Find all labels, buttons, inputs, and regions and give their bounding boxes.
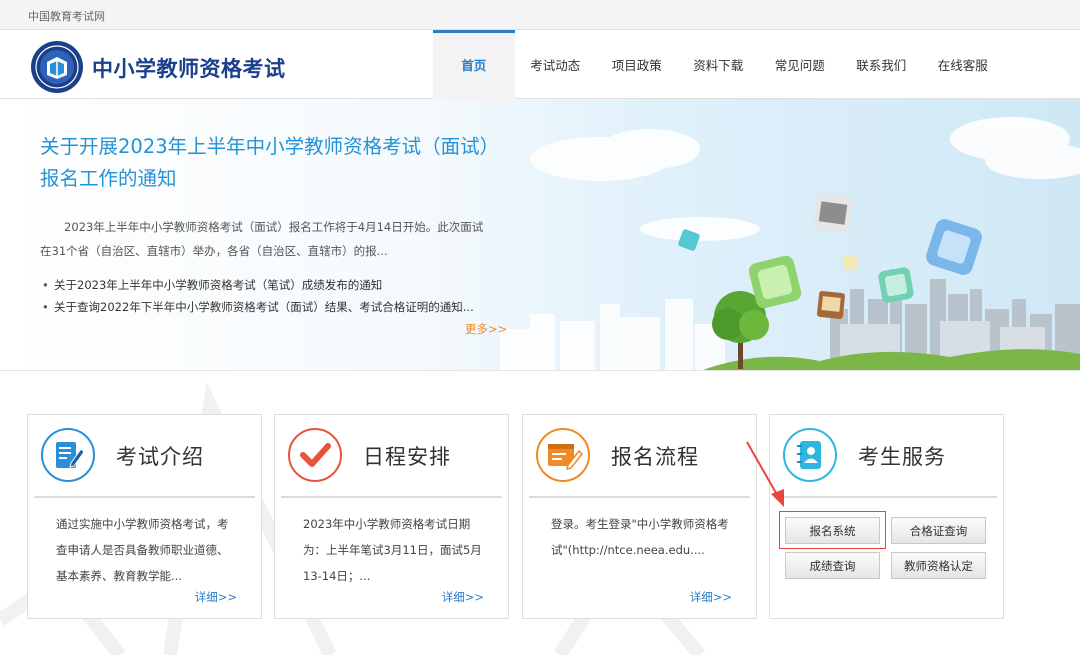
card-details-link[interactable]: 详细>> (442, 589, 484, 605)
card-divider (529, 496, 750, 498)
headline-summary: 2023年上半年中小学教师资格考试（面试）报名工作将于4月14日开始。此次面试在… (40, 220, 484, 258)
card-divider (34, 496, 255, 498)
teacher-certification-button[interactable]: 教师资格认定 (891, 552, 986, 579)
registration-system-button[interactable]: 报名系统 (785, 517, 880, 544)
news-banner: 关于开展2023年上半年中小学教师资格考试（面试）报名工作的通知 2023年上半… (0, 99, 1080, 371)
contact-book-icon (783, 428, 837, 482)
card-registration-process: 报名流程 登录。考生登录"中小学教师资格考试"(http://ntce.neea… (522, 414, 757, 619)
card-title: 考试介绍 (116, 445, 204, 469)
card-exam-intro: 考试介绍 通过实施中小学教师资格考试，考查申请人是否具备教师职业道德、基本素养、… (27, 414, 262, 619)
nav-item-faq[interactable]: 常见问题 (759, 30, 841, 99)
card-description: 通过实施中小学教师资格考试，考查申请人是否具备教师职业道德、基本素养、教育教学能… (56, 517, 229, 583)
site-name-link[interactable]: 中国教育考试网 (28, 8, 105, 24)
site-header: 中小学教师资格考试 首页 考试动态 项目政策 资料下载 常见问题 联系我们 在线… (0, 30, 1080, 99)
card-schedule: 日程安排 2023年中小学教师资格考试日期为：上半年笔试3月11日，面试5月13… (274, 414, 509, 619)
card-divider (776, 496, 997, 498)
card-description: 2023年中小学教师资格考试日期为：上半年笔试3月11日，面试5月13-14日；… (303, 517, 482, 583)
main-nav: 首页 考试动态 项目政策 资料下载 常见问题 联系我们 在线客服 (433, 30, 1004, 99)
news-link[interactable]: 关于查询2022年下半年中小学教师资格考试（面试）结果、考试合格证明的通知... (42, 296, 492, 318)
signup-form-icon (536, 428, 590, 482)
card-title: 考生服务 (858, 445, 946, 469)
nav-item-downloads[interactable]: 资料下载 (678, 30, 760, 99)
top-strip: 中国教育考试网 (0, 0, 1080, 30)
nav-item-policy[interactable]: 项目政策 (596, 30, 678, 99)
nav-item-online-service[interactable]: 在线客服 (922, 30, 1004, 99)
card-title: 日程安排 (363, 445, 451, 469)
card-details-link[interactable]: 详细>> (690, 589, 732, 605)
card-divider (281, 496, 502, 498)
card-title: 报名流程 (611, 445, 699, 469)
card-details-link[interactable]: 详细>> (195, 589, 237, 605)
nav-item-home[interactable]: 首页 (433, 30, 515, 99)
certificate-query-button[interactable]: 合格证查询 (891, 517, 986, 544)
card-description: 登录。考生登录"中小学教师资格考试"(http://ntce.neea.edu.… (551, 517, 729, 557)
nav-item-contact[interactable]: 联系我们 (841, 30, 923, 99)
more-news-link[interactable]: 更多>> (465, 321, 507, 337)
logo-title[interactable]: 中小学教师资格考试 (92, 53, 286, 83)
logo-emblem-icon[interactable] (30, 40, 84, 94)
news-link[interactable]: 关于2023年上半年中小学教师资格考试（笔试）成绩发布的通知 (42, 274, 492, 296)
checkmark-icon (288, 428, 342, 482)
headline-link[interactable]: 关于开展2023年上半年中小学教师资格考试（面试）报名工作的通知 (40, 131, 490, 195)
news-link-list: 关于2023年上半年中小学教师资格考试（笔试）成绩发布的通知 关于查询2022年… (42, 274, 492, 318)
score-query-button[interactable]: 成绩查询 (785, 552, 880, 579)
document-pen-icon (41, 428, 95, 482)
nav-item-exam-news[interactable]: 考试动态 (515, 30, 597, 99)
